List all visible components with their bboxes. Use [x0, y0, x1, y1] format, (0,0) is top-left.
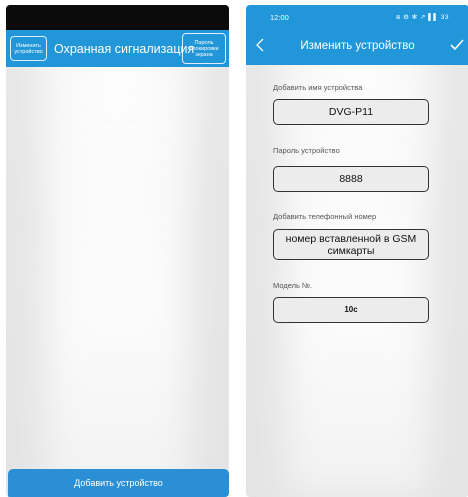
device-password-field[interactable]: 8888 [273, 166, 429, 192]
add-device-button[interactable]: Добавить устройство [8, 469, 229, 497]
device-password-label: Пароль устройство [273, 146, 340, 155]
device-name-label: Добавить имя устройства [273, 83, 363, 92]
phone-number-field[interactable]: номер вставленной в GSM симкарты [273, 229, 429, 260]
model-number-label: Модель №. [273, 281, 313, 290]
background-glow [46, 45, 189, 497]
status-icons: ⧈ ⚙ ✻ ↗ ▌▌ 33 [396, 14, 449, 21]
edit-device-screen: 12:00 ⧈ ⚙ ✻ ↗ ▌▌ 33 Изменить устройство … [246, 5, 468, 497]
phone-number-label: Добавить телефонный номер [273, 212, 377, 221]
status-time: 12:00 [270, 13, 289, 22]
check-icon[interactable] [450, 39, 464, 51]
page-title: Изменить устройство [300, 40, 415, 52]
app-header: 12:00 ⧈ ⚙ ✻ ↗ ▌▌ 33 Изменить устройство [246, 5, 468, 65]
page-title: Охранная сигнализация [54, 42, 195, 56]
main-screen: Изменить устройство Охранная сигнализаци… [6, 5, 229, 497]
status-bar [6, 5, 229, 30]
lock-password-button[interactable]: Пароль блокировки экрана [182, 33, 226, 64]
edit-device-button[interactable]: Изменить устройство [10, 36, 47, 61]
model-number-field[interactable]: 10c [273, 297, 429, 323]
app-header: Изменить устройство Охранная сигнализаци… [6, 30, 229, 67]
device-name-field[interactable]: DVG-P11 [273, 99, 429, 125]
